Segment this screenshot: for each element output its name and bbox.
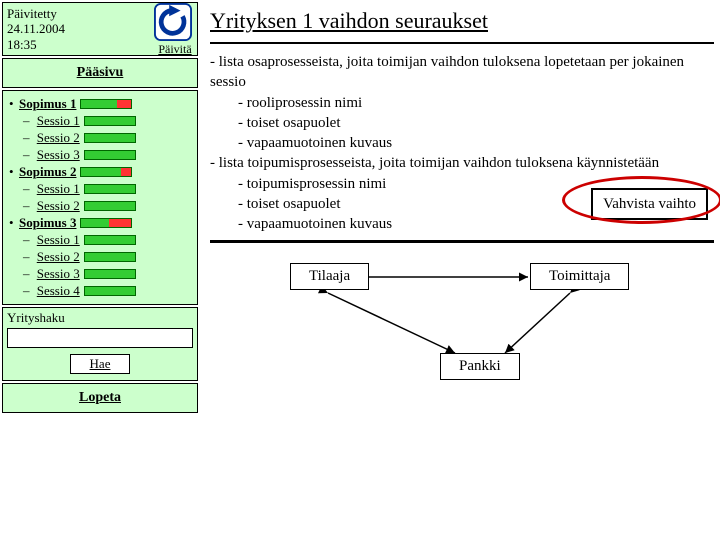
progress-bar	[80, 218, 132, 228]
search-input[interactable]	[7, 328, 193, 348]
content-line: - lista osaprosesseista, joita toimijan …	[210, 52, 714, 93]
progress-bar	[84, 235, 136, 245]
content-line: - toiset osapuolet	[238, 113, 714, 133]
progress-bar	[84, 150, 136, 160]
nav-sessio[interactable]: – Sessio 4	[23, 283, 191, 299]
nav-sessio[interactable]: – Sessio 1	[23, 113, 191, 129]
main-panel: Yrityksen 1 vaihdon seuraukset - lista o…	[210, 4, 714, 423]
divider	[210, 240, 714, 243]
updated-label: Päivitetty	[7, 6, 65, 22]
nav-tree: •Sopimus 1 – Sessio 1 – Sessio 2 – Sessi…	[2, 90, 198, 305]
updated-panel: Päivitetty 24.11.2004 18:35 Päivitä	[2, 2, 198, 56]
nav-sopimus-1[interactable]: •Sopimus 1	[9, 96, 191, 112]
progress-bar	[84, 184, 136, 194]
nav-sessio[interactable]: – Sessio 1	[23, 232, 191, 248]
content-text: - lista osaprosesseista, joita toimijan …	[210, 52, 714, 234]
updated-date: 24.11.2004	[7, 21, 65, 37]
nav-sessio[interactable]: – Sessio 3	[23, 147, 191, 163]
refresh-link[interactable]: Päivitä	[158, 42, 191, 57]
search-panel: Yrityshaku Hae	[2, 307, 198, 381]
diagram-box-toimittaja: Toimittaja	[530, 263, 629, 290]
content-line: - vapaamuotoinen kuvaus	[238, 133, 714, 153]
progress-bar	[84, 201, 136, 211]
nav-sopimus-3[interactable]: •Sopimus 3	[9, 215, 191, 231]
progress-bar	[84, 133, 136, 143]
progress-bar	[84, 286, 136, 296]
nav-sopimus-2[interactable]: •Sopimus 2	[9, 164, 191, 180]
content-line: - lista toipumisprosesseista, joita toim…	[210, 153, 714, 173]
progress-bar	[84, 269, 136, 279]
search-button[interactable]: Hae	[70, 354, 130, 374]
divider	[210, 42, 714, 44]
page-title: Yrityksen 1 vaihdon seuraukset	[210, 8, 714, 34]
nav-sessio[interactable]: – Sessio 2	[23, 130, 191, 146]
search-label: Yrityshaku	[7, 310, 193, 326]
diagram-box-tilaaja: Tilaaja	[290, 263, 369, 290]
diagram-box-pankki: Pankki	[440, 353, 520, 380]
nav-sessio[interactable]: – Sessio 1	[23, 181, 191, 197]
content-line: - rooliprosessin nimi	[238, 93, 714, 113]
nav-sessio[interactable]: – Sessio 3	[23, 266, 191, 282]
mainpage-link[interactable]: Pääsivu	[2, 58, 198, 88]
progress-bar	[84, 252, 136, 262]
nav-sessio[interactable]: – Sessio 2	[23, 249, 191, 265]
diagram: Tilaaja Toimittaja Pankki	[210, 253, 714, 423]
updated-time: 18:35	[7, 37, 65, 53]
updated-text: Päivitetty 24.11.2004 18:35	[7, 6, 65, 53]
quit-button[interactable]: Lopeta	[2, 383, 198, 413]
progress-bar	[80, 99, 132, 109]
refresh-icon[interactable]	[153, 2, 193, 42]
confirm-button[interactable]: Vahvista vaihto	[591, 188, 708, 220]
progress-bar	[80, 167, 132, 177]
progress-bar	[84, 116, 136, 126]
diagram-lines	[210, 253, 714, 423]
nav-sessio[interactable]: – Sessio 2	[23, 198, 191, 214]
